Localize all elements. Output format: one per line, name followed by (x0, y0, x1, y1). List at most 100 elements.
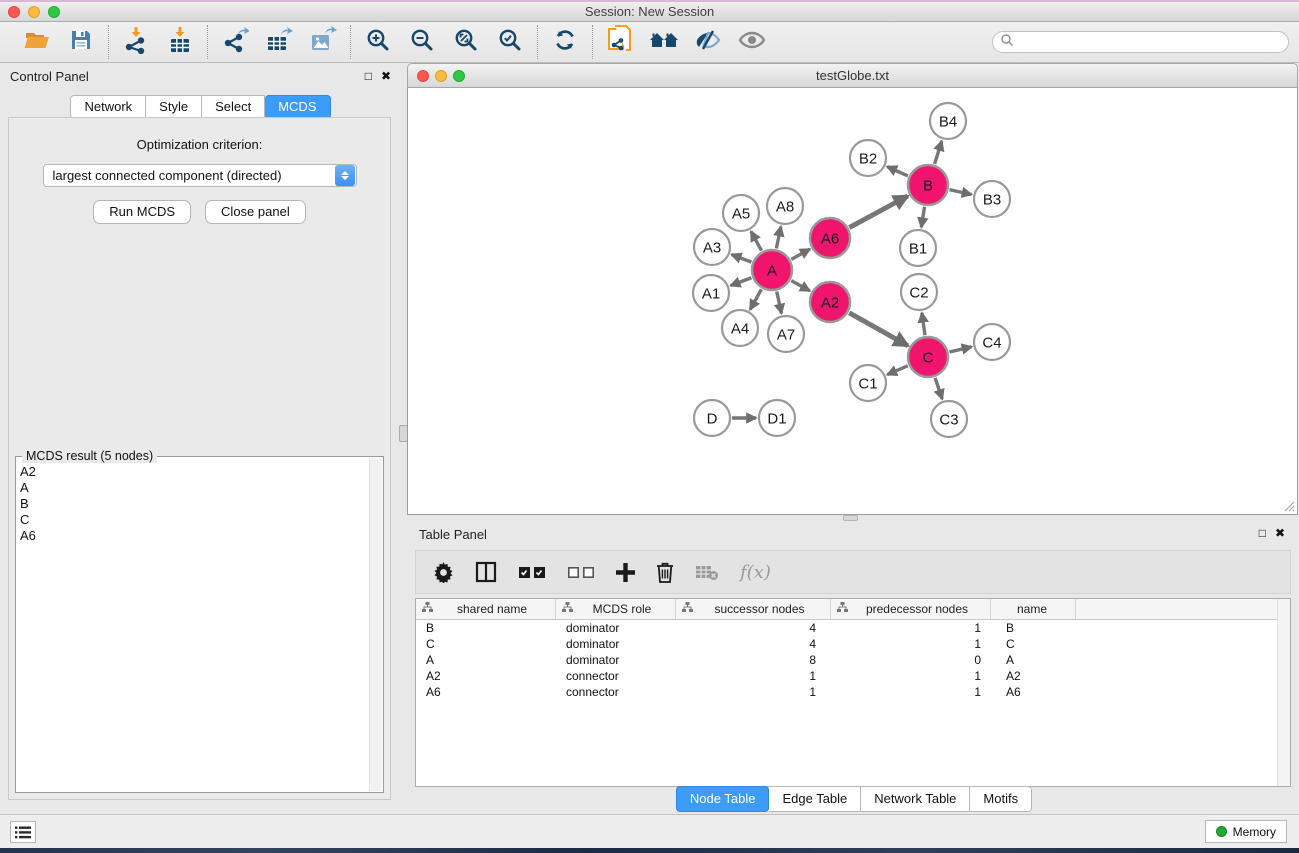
search-field[interactable] (992, 31, 1289, 53)
table-cell[interactable]: 8 (676, 653, 831, 667)
table-cell[interactable]: B (991, 621, 1076, 635)
graph-edge-A2-C[interactable] (849, 313, 908, 346)
table-cell[interactable]: A (416, 653, 556, 667)
graph-edge-A-A4[interactable] (750, 289, 761, 309)
table-row[interactable]: Adominator80A (416, 652, 1290, 668)
graph-edge-A-A2[interactable] (791, 281, 810, 291)
home-networks-button[interactable] (646, 25, 682, 59)
table-cell[interactable]: 0 (831, 653, 991, 667)
hide-selected-button[interactable] (690, 25, 726, 59)
table-cell[interactable]: 1 (831, 621, 991, 635)
new-network-from-selection-button[interactable] (602, 25, 638, 59)
result-list-scrollbar[interactable] (369, 458, 382, 791)
result-item[interactable]: A6 (20, 528, 383, 544)
zoom-window-button[interactable] (48, 6, 60, 18)
table-cell[interactable]: 4 (676, 621, 831, 635)
horizontal-split-grip[interactable] (843, 515, 858, 521)
graph-edge-B-B4[interactable] (935, 141, 942, 164)
table-cell[interactable]: A6 (416, 685, 556, 699)
graph-edge-C-C2[interactable] (922, 313, 925, 335)
refresh-button[interactable] (547, 25, 583, 59)
result-item[interactable]: B (20, 496, 383, 512)
minimize-window-button[interactable] (28, 6, 40, 18)
table-scrollbar[interactable] (1277, 599, 1290, 786)
tab-motifs[interactable]: Motifs (970, 786, 1032, 812)
search-input[interactable] (1018, 33, 1288, 51)
table-cell[interactable]: A6 (991, 685, 1076, 699)
table-cell[interactable]: A2 (991, 669, 1076, 683)
network-window-titlebar[interactable]: testGlobe.txt (407, 63, 1298, 88)
table-cell[interactable]: dominator (556, 653, 676, 667)
save-session-button[interactable] (63, 25, 99, 59)
import-table-button[interactable] (162, 25, 198, 59)
graph-edge-B-B2[interactable] (887, 167, 908, 176)
table-cell[interactable]: B (416, 621, 556, 635)
network-close-button[interactable] (417, 70, 429, 82)
table-cell[interactable]: A (991, 653, 1076, 667)
tab-mcds[interactable]: MCDS (265, 95, 330, 119)
zoom-in-button[interactable] (360, 25, 396, 59)
graph-edge-A-A6[interactable] (791, 249, 810, 259)
graph-edge-A-A5[interactable] (751, 231, 761, 250)
graph-edge-A-A8[interactable] (776, 227, 780, 249)
result-item[interactable]: C (20, 512, 383, 528)
graph-edge-B-B1[interactable] (921, 207, 924, 228)
tab-network-table[interactable]: Network Table (861, 786, 970, 812)
open-session-button[interactable] (19, 25, 55, 59)
graph-edge-C-C4[interactable] (949, 347, 971, 352)
result-item[interactable]: A (20, 480, 383, 496)
tab-network[interactable]: Network (70, 95, 146, 119)
memory-button[interactable]: Memory (1205, 820, 1287, 843)
create-column-button[interactable] (616, 563, 635, 582)
graph-edge-C-C3[interactable] (935, 378, 942, 399)
table-row[interactable]: Bdominator41B (416, 620, 1290, 636)
float-table-panel-icon[interactable]: □ (1259, 526, 1266, 540)
table-settings-button[interactable] (433, 562, 454, 583)
export-network-button[interactable] (217, 25, 253, 59)
table-row[interactable]: A2connector11A2 (416, 668, 1290, 684)
table-cell[interactable]: 1 (676, 669, 831, 683)
graph-edge-A-A3[interactable] (732, 255, 752, 263)
graph-edge-A6-B[interactable] (849, 196, 907, 228)
table-cell[interactable]: connector (556, 669, 676, 683)
tab-select[interactable]: Select (202, 95, 265, 119)
unselect-all-columns-button[interactable] (567, 566, 595, 579)
column-header-MCDS-role[interactable]: MCDS role (556, 599, 676, 619)
table-cell[interactable]: dominator (556, 637, 676, 651)
table-row[interactable]: A6connector11A6 (416, 684, 1290, 700)
table-cell[interactable]: 1 (831, 685, 991, 699)
close-panel-button[interactable]: Close panel (205, 200, 306, 224)
delete-column-button[interactable] (656, 562, 674, 583)
close-panel-icon[interactable]: ✖ (381, 69, 391, 83)
zoom-selected-button[interactable] (492, 25, 528, 59)
delete-table-button[interactable] (695, 564, 719, 581)
float-panel-icon[interactable]: □ (365, 69, 372, 83)
network-canvas[interactable]: B4B2BB3A8A5A6A3B1AA1C2A2A4A7C4CC1C3DD1 (407, 88, 1298, 515)
export-image-button[interactable] (305, 25, 341, 59)
result-item[interactable]: A2 (20, 464, 383, 480)
run-mcds-button[interactable]: Run MCDS (93, 200, 191, 224)
column-header-successor-nodes[interactable]: successor nodes (676, 599, 831, 619)
table-row[interactable]: Cdominator41C (416, 636, 1290, 652)
tab-edge-table[interactable]: Edge Table (769, 786, 861, 812)
table-cell[interactable]: 4 (676, 637, 831, 651)
table-cell[interactable]: dominator (556, 621, 676, 635)
tab-node-table[interactable]: Node Table (676, 786, 770, 812)
column-header-name[interactable]: name (991, 599, 1076, 619)
function-builder-button[interactable]: f(x) (740, 562, 771, 583)
window-resize-grip[interactable] (1283, 500, 1295, 512)
select-all-columns-button[interactable] (518, 566, 546, 579)
import-network-button[interactable] (118, 25, 154, 59)
export-table-button[interactable] (261, 25, 297, 59)
table-cell[interactable]: 1 (831, 637, 991, 651)
criterion-select[interactable]: largest connected component (directed) (43, 164, 357, 187)
table-cell[interactable]: C (991, 637, 1076, 651)
close-window-button[interactable] (8, 6, 20, 18)
graph-edge-A-A1[interactable] (731, 278, 752, 286)
show-panels-menu-button[interactable] (10, 821, 36, 843)
network-minimize-button[interactable] (435, 70, 447, 82)
table-cell[interactable]: A2 (416, 669, 556, 683)
show-all-button[interactable] (734, 25, 770, 59)
show-column-panel-button[interactable] (475, 561, 497, 583)
table-cell[interactable]: C (416, 637, 556, 651)
